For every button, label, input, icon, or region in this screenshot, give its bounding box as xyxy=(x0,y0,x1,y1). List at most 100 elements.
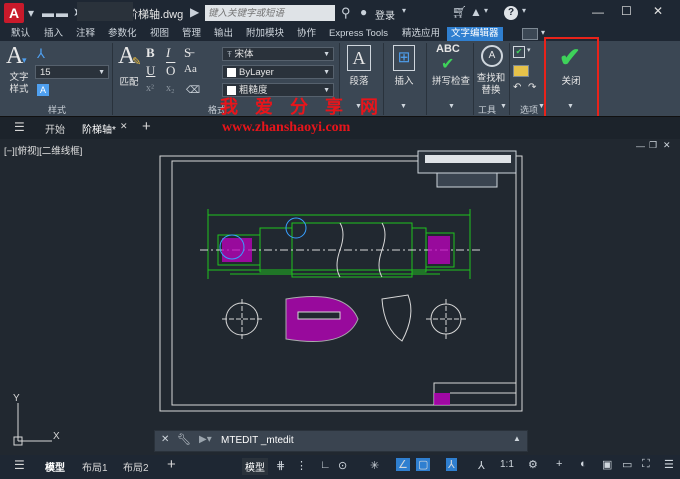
find-replace-icon[interactable]: A xyxy=(481,45,503,67)
mask-icon[interactable]: A xyxy=(37,84,49,96)
chevron-down-icon[interactable]: ▾ xyxy=(484,6,488,15)
font-combo[interactable]: Ŧ 宋体 ▼ xyxy=(222,47,334,61)
search-field[interactable] xyxy=(205,5,335,21)
chevron-down-icon[interactable]: ▾ xyxy=(541,28,545,37)
insert-icon[interactable]: ⊞ xyxy=(393,45,415,71)
tab-text-editor[interactable]: 文字编辑器 xyxy=(447,27,503,41)
command-input[interactable] xyxy=(221,434,511,447)
text-style-icon[interactable]: A xyxy=(6,43,23,70)
autodesk-a-icon[interactable]: ▲ xyxy=(470,5,482,19)
new-layout-button[interactable]: + xyxy=(167,456,176,473)
lineweight-icon[interactable]: ▢ xyxy=(416,458,431,471)
help-icon[interactable]: ? xyxy=(504,6,518,20)
clear-format-icon[interactable]: ⌫ xyxy=(186,85,200,96)
color-combo[interactable]: ByLayer ▼ xyxy=(222,65,334,79)
tab-collaborate[interactable]: 协作 xyxy=(297,27,316,41)
tab-featured-apps[interactable]: 精选应用 xyxy=(402,27,440,41)
model-space-button[interactable]: 模型 xyxy=(242,458,268,475)
isolate-icon[interactable]: ◐ xyxy=(580,458,587,470)
superscript-button[interactable]: x² xyxy=(146,83,154,94)
ortho-icon[interactable]: ∟ xyxy=(320,459,331,471)
polar-icon[interactable]: ⊙ xyxy=(338,459,347,472)
maximize-icon[interactable]: ☐ xyxy=(621,4,632,18)
fullscreen-icon[interactable]: ⛶ xyxy=(642,458,650,471)
tab-view[interactable]: 视图 xyxy=(150,27,169,41)
chevron-down-icon[interactable]: ▾ xyxy=(527,46,531,54)
insert-button[interactable]: 插入 xyxy=(390,73,418,87)
tab-start[interactable]: 开始 xyxy=(45,121,65,136)
paragraph-button[interactable]: 段落 xyxy=(344,73,374,87)
ribbon-toggle-icon[interactable] xyxy=(522,28,538,40)
redo-icon[interactable]: ↷ xyxy=(528,82,536,93)
new-file-icon[interactable]: ▬ xyxy=(42,6,54,20)
annotation-scale-icon[interactable]: ⅄ xyxy=(446,458,457,471)
drawing-svg xyxy=(13,150,523,446)
tab-express-tools[interactable]: Express Tools xyxy=(329,27,388,41)
annotative-icon[interactable]: ⅄ xyxy=(37,46,45,62)
customize-icon[interactable]: ☰ xyxy=(664,458,674,471)
chevron-up-icon[interactable]: ▲ xyxy=(513,434,521,443)
menu-chevron-icon[interactable]: ▾ xyxy=(28,6,34,20)
tab-active-label[interactable]: 阶梯轴* xyxy=(82,121,116,136)
chevron-down-icon[interactable]: ▼ xyxy=(448,103,455,110)
tab-addins[interactable]: 附加模块 xyxy=(246,27,284,41)
overline-button[interactable]: O xyxy=(166,63,175,79)
tab-manage[interactable]: 管理 xyxy=(182,27,201,41)
dynamic-input-icon[interactable]: ∠ xyxy=(396,458,410,471)
plus-icon[interactable]: + xyxy=(556,458,562,470)
chevron-down-icon[interactable]: ▾ xyxy=(522,6,526,15)
login-button[interactable]: 登录 xyxy=(375,7,395,22)
gear-icon[interactable]: ⚙ xyxy=(528,458,538,471)
subscript-button[interactable]: x₂ xyxy=(166,83,175,94)
style-dropdown-icon[interactable]: ▾ xyxy=(22,55,27,66)
close-tab-icon[interactable]: ✕ xyxy=(120,121,128,132)
osnap-icon[interactable]: ✳ xyxy=(370,459,379,472)
panel-divider xyxy=(509,43,510,115)
user-icon[interactable]: ● xyxy=(360,5,367,19)
close-command-icon[interactable]: ✕ xyxy=(161,434,169,445)
italic-button[interactable]: I xyxy=(166,45,170,61)
menu-icon[interactable]: ☰ xyxy=(14,458,25,472)
undo-icon[interactable]: ↶ xyxy=(513,82,521,93)
match-label: 匹配 xyxy=(119,77,139,88)
bold-button[interactable]: B xyxy=(146,45,155,61)
chevron-down-icon[interactable]: ▼ xyxy=(500,103,507,110)
cart-icon[interactable]: 🛒︎ xyxy=(452,5,467,19)
scale-value[interactable]: 1:1 xyxy=(500,459,514,470)
find-replace-button[interactable]: 查找和 替换 xyxy=(474,73,508,97)
paragraph-icon[interactable]: A xyxy=(347,45,371,71)
grid-icon[interactable]: ⋕ xyxy=(276,459,285,472)
layout1-tab[interactable]: 布局1 xyxy=(82,459,108,474)
text-height-combo[interactable]: 15 ▼ xyxy=(35,65,109,79)
menu-icon[interactable]: ☰ xyxy=(14,120,25,134)
hardware-icon[interactable]: ▣ xyxy=(602,458,612,471)
checkbox-icon[interactable]: ✔ xyxy=(513,46,525,58)
underline-button[interactable]: U xyxy=(146,63,155,79)
chevron-down-icon[interactable]: ▾ xyxy=(402,6,406,15)
open-file-icon[interactable]: ▬ xyxy=(56,6,68,20)
close-window-icon[interactable]: ✕ xyxy=(653,4,663,18)
app-logo[interactable]: A xyxy=(4,3,24,23)
clean-screen-icon[interactable]: ▭ xyxy=(622,458,632,471)
text-editor-box[interactable] xyxy=(436,172,498,188)
snap-icon[interactable]: ⋮ xyxy=(296,459,307,472)
spellcheck-button[interactable]: 拼写检查 xyxy=(430,73,472,87)
tab-annotate[interactable]: 注释 xyxy=(76,27,95,41)
case-button[interactable]: Aa xyxy=(184,63,197,75)
strikethrough-button[interactable]: S̶ xyxy=(184,45,191,61)
new-tab-button[interactable]: + xyxy=(142,118,151,135)
search-icon[interactable]: ⚲ xyxy=(341,5,351,21)
chevron-down-icon[interactable]: ▼ xyxy=(400,103,407,110)
search-input[interactable] xyxy=(205,5,335,21)
layout2-tab[interactable]: 布局2 xyxy=(123,459,149,474)
tab-insert[interactable]: 插入 xyxy=(44,27,63,41)
minimize-icon[interactable]: — xyxy=(592,5,604,19)
tab-output[interactable]: 输出 xyxy=(214,27,233,41)
model-tab[interactable]: 模型 xyxy=(45,459,65,474)
wrench-icon[interactable]: 🔧︎ xyxy=(177,433,191,446)
ruler-icon[interactable] xyxy=(513,65,529,77)
tab-default[interactable]: 默认 xyxy=(11,27,30,41)
tab-active-document[interactable] xyxy=(77,2,133,21)
tab-parametric[interactable]: 参数化 xyxy=(108,27,137,41)
annotation-visibility-icon[interactable]: ⅄ xyxy=(478,459,485,472)
